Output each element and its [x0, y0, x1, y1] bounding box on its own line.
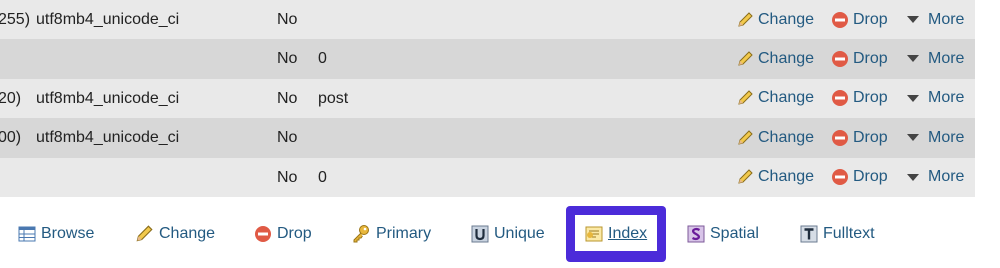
more-dropdown[interactable]: More: [906, 79, 964, 118]
bulk-actions-toolbar: Browse Change Drop Primary Unique Index …: [0, 198, 1000, 268]
browse-button[interactable]: Browse: [18, 222, 94, 246]
default-cell: 0: [318, 168, 327, 186]
drop-link[interactable]: Drop: [831, 79, 888, 118]
collation-cell: utf8mb4_unicode_ci: [36, 129, 180, 147]
browse-label: Browse: [41, 225, 95, 242]
fulltext-label: Fulltext: [823, 225, 875, 242]
drop-link[interactable]: Drop: [831, 0, 888, 39]
drop-label: Drop: [853, 128, 888, 146]
fulltext-icon: [800, 225, 818, 243]
default-cell: 0: [318, 50, 327, 68]
triangle-down-icon: [907, 134, 919, 142]
table-row: No 0 Change Drop More: [0, 157, 975, 197]
triangle-down-icon: [907, 55, 919, 63]
pencil-icon: [738, 129, 753, 145]
change-link[interactable]: Change: [736, 118, 814, 157]
minus-circle-icon: [832, 129, 848, 146]
change-label: Change: [758, 168, 815, 186]
drop-link[interactable]: Drop: [831, 158, 888, 197]
triangle-down-icon: [907, 16, 919, 23]
index-icon: [585, 226, 603, 242]
more-label: More: [928, 89, 965, 107]
null-cell: No: [277, 11, 298, 28]
change-label: Change: [758, 10, 815, 28]
change-link[interactable]: Change: [736, 79, 814, 118]
index-button[interactable]: Index: [585, 222, 647, 246]
key-icon: [353, 225, 369, 243]
drop-link[interactable]: Drop: [831, 39, 888, 78]
drop-link[interactable]: Drop: [831, 118, 888, 157]
unique-button[interactable]: Unique: [471, 222, 545, 246]
primary-button[interactable]: Primary: [351, 222, 431, 246]
minus-circle-icon: [255, 226, 271, 242]
null-cell: No: [277, 168, 298, 186]
minus-circle-icon: [832, 90, 848, 107]
drop-label: Drop: [853, 168, 888, 186]
collation-cell: utf8mb4_unicode_ci: [36, 11, 180, 28]
more-dropdown[interactable]: More: [906, 158, 964, 197]
change-label: Change: [758, 89, 815, 107]
index-label: Index: [608, 225, 648, 242]
table-row: No 0 Change Drop More: [0, 39, 975, 79]
change-button[interactable]: Change: [134, 222, 215, 246]
more-dropdown[interactable]: More: [906, 118, 964, 157]
pencil-icon: [738, 11, 753, 27]
type-length-cell: 255): [0, 11, 31, 28]
null-cell: No: [277, 50, 298, 68]
minus-circle-icon: [832, 50, 848, 67]
change-link[interactable]: Change: [736, 0, 814, 39]
pencil-icon: [738, 90, 753, 105]
table-row: 255) utf8mb4_unicode_ci No Change Drop M…: [0, 0, 975, 40]
type-length-cell: 00): [0, 129, 22, 147]
primary-label: Primary: [376, 225, 432, 242]
table-row: 20) utf8mb4_unicode_ci No post Change Dr…: [0, 78, 975, 119]
table-icon: [18, 226, 36, 242]
pencil-icon: [738, 51, 753, 66]
pencil-icon: [738, 169, 753, 184]
drop-label: Drop: [853, 49, 888, 67]
change-label: Change: [758, 128, 815, 146]
spatial-label: Spatial: [710, 225, 759, 242]
pencil-icon: [136, 225, 153, 242]
more-label: More: [928, 10, 965, 28]
change-link[interactable]: Change: [736, 158, 814, 197]
triangle-down-icon: [907, 173, 919, 181]
null-cell: No: [277, 129, 298, 147]
drop-button[interactable]: Drop: [254, 222, 312, 246]
change-link[interactable]: Change: [736, 39, 814, 78]
minus-circle-icon: [832, 11, 848, 28]
change-label: Change: [159, 225, 216, 242]
more-label: More: [928, 168, 965, 186]
spatial-icon: [687, 225, 705, 243]
unique-icon: [471, 225, 489, 243]
drop-label: Drop: [853, 89, 888, 107]
more-label: More: [928, 49, 965, 67]
change-label: Change: [758, 49, 815, 67]
collation-cell: utf8mb4_unicode_ci: [36, 89, 180, 107]
null-cell: No: [277, 89, 298, 107]
more-dropdown[interactable]: More: [906, 0, 964, 39]
more-label: More: [928, 128, 965, 146]
type-length-cell: 20): [0, 89, 22, 107]
drop-label: Drop: [853, 10, 888, 28]
more-dropdown[interactable]: More: [906, 39, 964, 78]
triangle-down-icon: [907, 94, 919, 102]
default-cell: post: [318, 89, 349, 107]
drop-label: Drop: [277, 225, 312, 242]
unique-label: Unique: [494, 225, 545, 242]
fulltext-button[interactable]: Fulltext: [800, 222, 875, 246]
spatial-button[interactable]: Spatial: [687, 222, 759, 246]
structure-table: 255) utf8mb4_unicode_ci No Change Drop M…: [0, 0, 975, 197]
minus-circle-icon: [832, 169, 848, 186]
table-row: 00) utf8mb4_unicode_ci No Change Drop Mo…: [0, 118, 975, 158]
